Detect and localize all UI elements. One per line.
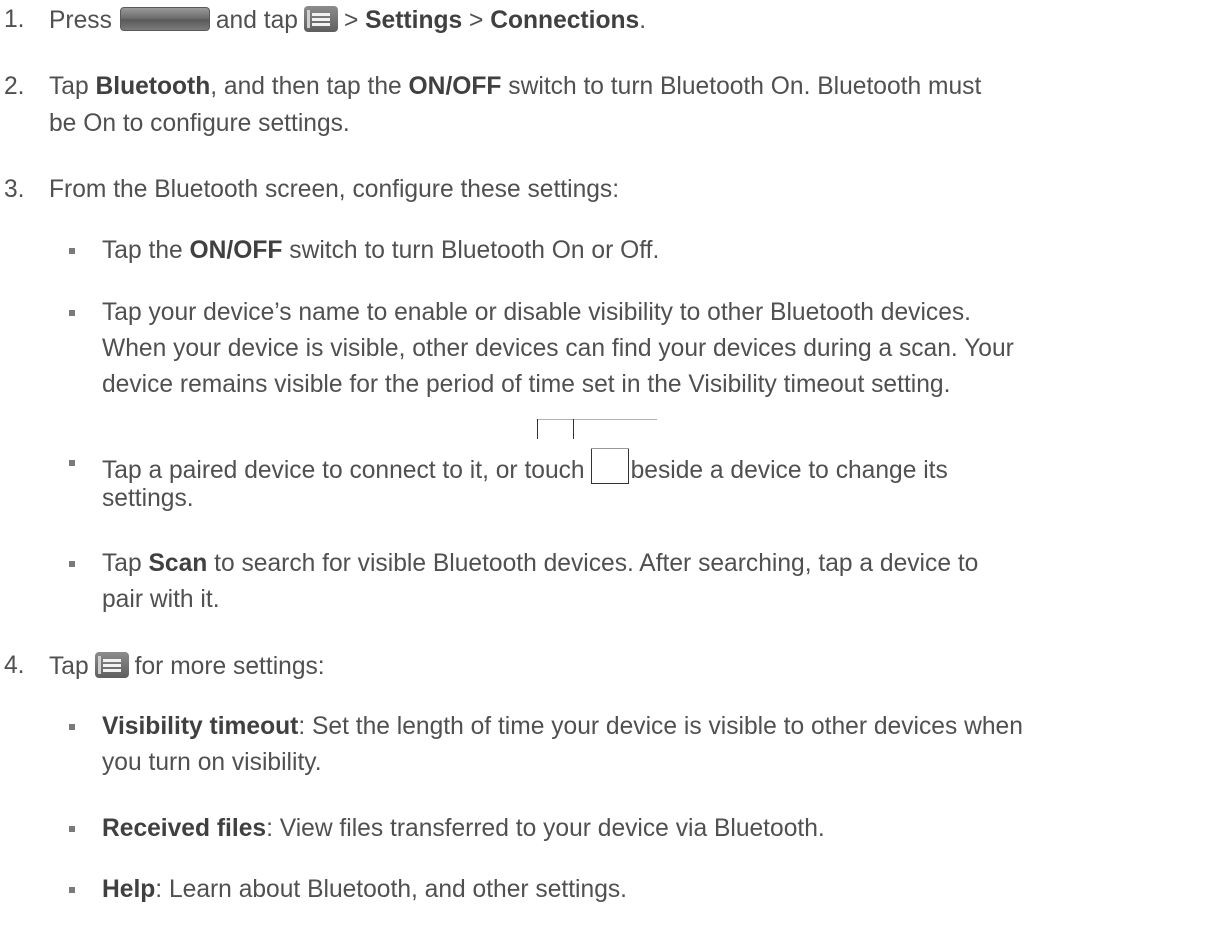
bullet-scan-line-1: Tap Scan to search for visible Bluetooth… [102, 550, 978, 578]
step-text: , and then tap the [210, 73, 402, 100]
step-number: 3. [4, 176, 25, 203]
step-4-text: Tap for more settings: [49, 652, 325, 681]
bullet-text: switch to turn Bluetooth On or Off. [289, 237, 660, 264]
bullet-marker [69, 724, 75, 730]
bullet-text: Tap a paired device to connect to it, or… [102, 457, 585, 484]
bullet-text: to search for visible Bluetooth devices.… [214, 550, 979, 577]
bullet-visibility-timeout-line-1: Visibility timeout: Set the length of ti… [102, 713, 1023, 741]
bullet-marker [69, 248, 75, 254]
bullet-text: Tap the [102, 237, 183, 264]
connections-label: Connections [490, 7, 640, 34]
bullet-paired-line-1: Tap a paired device to connect to it, or… [102, 448, 948, 485]
bullet-visibility-line-3: device remains visible for the period of… [102, 371, 951, 398]
bullet-help: Help: Learn about Bluetooth, and other s… [102, 876, 627, 904]
bullet-text: beside a device to change its [630, 457, 948, 484]
step-text: and tap [215, 7, 298, 34]
step-text: switch to turn Bluetooth On. Bluetooth m… [508, 73, 982, 100]
bullet-text: : Set the length of time your device is … [298, 713, 1023, 740]
step-text: for more settings: [134, 653, 325, 680]
bullet-text: Tap [102, 550, 142, 577]
bullet-marker [69, 310, 75, 316]
bullet-received-files: Received files: View files transferred t… [102, 815, 825, 843]
bullet-text: : View files transferred to your device … [266, 815, 825, 842]
bullet-visibility-timeout-line-2: you turn on visibility. [102, 749, 322, 776]
step-number: 2. [4, 73, 25, 100]
scan-label: Scan [148, 550, 208, 577]
bullet-visibility-line-2: When your device is visible, other devic… [102, 335, 1014, 362]
step-text: Press [49, 7, 112, 34]
bullet-marker [69, 887, 75, 893]
visibility-timeout-term: Visibility timeout [102, 713, 299, 740]
menu-key-icon [94, 652, 129, 678]
step-number: 4. [4, 652, 25, 679]
onoff-label: ON/OFF [189, 237, 283, 264]
step-1-text: Press and tap > Settings > Connections. [49, 6, 646, 35]
help-term: Help [102, 876, 156, 903]
step-2-line-1: Tap Bluetooth, and then tap the ON/OFF s… [49, 73, 981, 101]
received-files-term: Received files [102, 815, 267, 842]
step-text: . [639, 7, 647, 34]
bullet-text: : Learn about Bluetooth, and other setti… [155, 876, 628, 903]
bullet-visibility-line-1: Tap your device’s name to enable or disa… [102, 299, 972, 326]
bullet-paired-line-2: settings. [102, 485, 194, 512]
onoff-label: ON/OFF [408, 73, 502, 100]
settings-icon [590, 448, 629, 484]
step-text: Tap [49, 653, 89, 680]
settings-label: Settings [365, 7, 463, 34]
step-number: 1. [4, 6, 25, 33]
icon-guide-line [537, 419, 657, 420]
bullet-marker [69, 460, 75, 466]
icon-guide-line [537, 419, 538, 439]
step-3-text: From the Bluetooth screen, configure the… [49, 176, 620, 203]
bullet-scan-line-2: pair with it. [102, 586, 220, 613]
bluetooth-label: Bluetooth [95, 73, 211, 100]
step-2-line-2: be On to configure settings. [49, 110, 350, 137]
menu-key-icon [303, 6, 338, 32]
step-text: Tap [49, 73, 89, 100]
bullet-marker [69, 826, 75, 832]
home-key-icon [119, 7, 210, 31]
icon-guide-line [573, 419, 574, 439]
bullet-onoff: Tap the ON/OFF switch to turn Bluetooth … [102, 237, 659, 265]
step-text: > [343, 7, 359, 34]
step-text: > [469, 7, 484, 34]
bullet-marker [69, 561, 75, 567]
